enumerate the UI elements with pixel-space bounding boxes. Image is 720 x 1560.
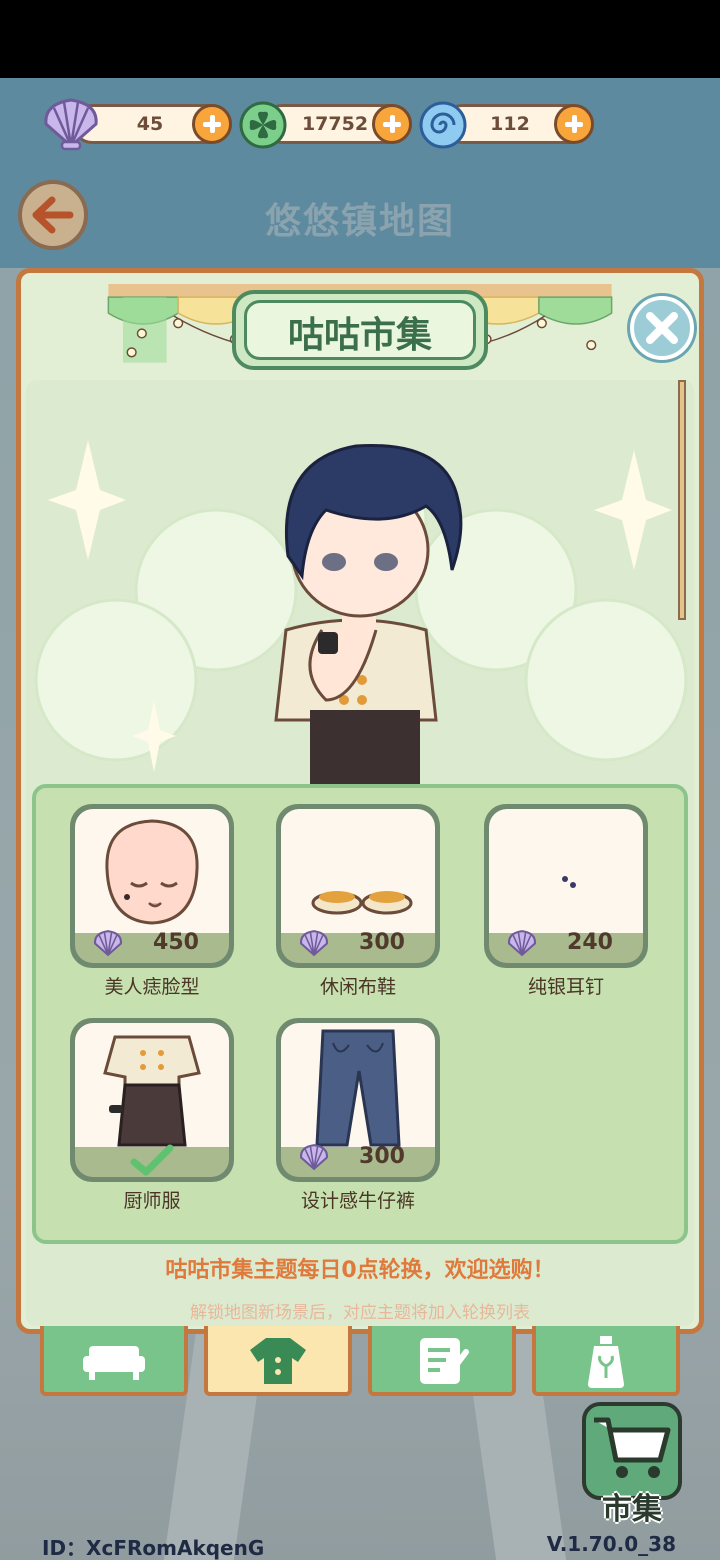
shell-icon [300, 930, 328, 957]
shirt-icon [250, 1338, 306, 1384]
item-card-chef-outfit[interactable] [70, 1018, 234, 1182]
tab-garden[interactable] [532, 1326, 680, 1396]
chef-outfit-icon [103, 1035, 201, 1147]
item-label: 美人痣脸型 [104, 976, 200, 998]
market-button-label: 市集 [602, 1492, 662, 1527]
sofa-icon [83, 1346, 145, 1380]
item-label: 设计感牛仔裤 [300, 1190, 415, 1212]
close-icon [646, 312, 678, 344]
item-card-earring[interactable]: 240 [484, 804, 648, 968]
item-card-shoes[interactable]: 300 [276, 804, 440, 968]
item-image [489, 809, 643, 933]
add-gem-button[interactable] [554, 104, 594, 144]
item-label: 厨师服 [123, 1190, 181, 1212]
player-id: ID：XcFRomAkqenG [42, 1536, 265, 1560]
shell-icon [44, 98, 98, 151]
tab-furniture[interactable] [40, 1326, 188, 1396]
currency-gem-value: 112 [490, 113, 530, 135]
bottle-icon [588, 1336, 624, 1388]
shell-icon [94, 930, 122, 957]
rotation-notice: 咕咕市集主题每日0点轮换，欢迎选购！ [165, 1258, 555, 1283]
version-label: V.1.70.0_38 [546, 1532, 676, 1556]
market-title: 咕咕市集 [287, 315, 432, 356]
earring-icon [562, 876, 576, 888]
shell-icon [300, 1144, 328, 1171]
item-label: 纯银耳钉 [527, 976, 604, 998]
item-price: 300 [359, 930, 405, 955]
unlock-notice: 解锁地图新场景后，对应主题将加入轮换列表 [190, 1303, 530, 1323]
item-price: 450 [153, 930, 199, 955]
shell-icon [508, 930, 536, 957]
jeans-icon [315, 1029, 401, 1147]
item-price: 300 [359, 1144, 405, 1169]
face-shape-icon [105, 819, 199, 925]
tab-clothing[interactable] [204, 1326, 352, 1396]
item-image [281, 1023, 435, 1147]
swirl-gem-icon [419, 101, 467, 149]
currency-clover-value: 17752 [301, 113, 369, 135]
item-image [75, 809, 229, 933]
item-price: 240 [567, 930, 613, 955]
item-image [75, 1023, 229, 1147]
character-display [26, 380, 694, 784]
clover-coin-icon [239, 101, 287, 149]
close-button[interactable] [630, 296, 694, 360]
item-image [281, 809, 435, 933]
cart-icon [594, 1417, 671, 1478]
item-card-jeans[interactable]: 300 [276, 1018, 440, 1182]
add-shell-button[interactable] [192, 104, 232, 144]
item-card-face[interactable]: 450 [70, 804, 234, 968]
status-bar [0, 0, 720, 78]
owned-check-icon [130, 1144, 174, 1176]
tab-notes[interactable] [368, 1326, 516, 1396]
add-clover-button[interactable] [372, 104, 412, 144]
note-icon [420, 1338, 469, 1384]
shoes-icon [311, 891, 413, 915]
page-title: 悠悠镇地图 [264, 201, 455, 242]
item-label: 休闲布鞋 [319, 976, 396, 998]
character-illustration [34, 440, 688, 784]
